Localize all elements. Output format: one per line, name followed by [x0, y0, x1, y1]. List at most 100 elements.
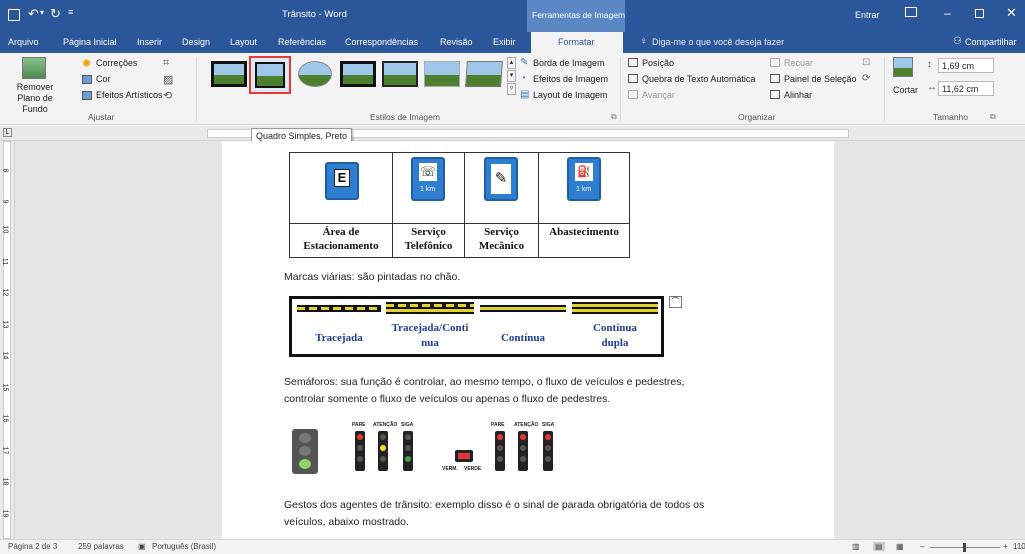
- zoom-in-icon[interactable]: +: [1003, 542, 1008, 551]
- tab-revisao[interactable]: Revisão: [440, 37, 473, 47]
- picture-style-5[interactable]: [382, 61, 418, 87]
- zoom-out-icon[interactable]: –: [920, 542, 924, 551]
- picture-style-simple-frame-black[interactable]: [249, 56, 291, 94]
- remove-background-icon[interactable]: [22, 57, 46, 79]
- remove-background-button[interactable]: Remover Plano de Fundo: [4, 82, 66, 115]
- minimize-icon[interactable]: –: [944, 6, 951, 20]
- sign-in-button[interactable]: Entrar: [855, 10, 880, 20]
- zoom-level[interactable]: 110%: [1013, 542, 1025, 551]
- save-icon[interactable]: [8, 9, 20, 21]
- document-area[interactable]: E ☏ 1 km ✎ ⛽ 1 km Área de Estacionamento…: [15, 141, 1025, 539]
- gallery-scroll-down-icon[interactable]: ▾: [507, 70, 516, 82]
- artistic-effects-button[interactable]: Efeitos Artísticos: [96, 90, 163, 100]
- tab-correspondencias[interactable]: Correspondências: [345, 37, 418, 47]
- width-field[interactable]: 11,62 cm: [938, 81, 994, 96]
- color-button[interactable]: Cor: [96, 74, 111, 84]
- lightbulb-icon: ♀: [640, 36, 648, 47]
- tab-exibir[interactable]: Exibir: [493, 37, 516, 47]
- signs-table: E ☏ 1 km ✎ ⛽ 1 km Área de Estacionamento…: [289, 152, 630, 258]
- picture-layout-icon: ▤: [520, 89, 530, 100]
- ruler-label: 14: [1, 351, 9, 360]
- artistic-effects-icon: [82, 91, 92, 100]
- layout-options-icon[interactable]: ⌒: [669, 296, 682, 308]
- tab-arquivo[interactable]: Arquivo: [8, 37, 39, 47]
- border-icon: ✎: [520, 57, 529, 68]
- undo-dropdown-icon[interactable]: ▾: [40, 8, 44, 17]
- ribbon-display-icon[interactable]: [905, 7, 917, 17]
- share-icon[interactable]: ⚇: [953, 36, 962, 47]
- align-button[interactable]: Alinhar: [784, 90, 812, 100]
- group-objects-icon[interactable]: ⊡: [862, 57, 870, 68]
- picture-border-button[interactable]: Borda de Imagem: [533, 58, 605, 68]
- light-label: ATENÇÃO: [514, 422, 539, 428]
- tell-me-input[interactable]: Diga-me o que você deseja fazer: [652, 37, 784, 47]
- customize-qat-icon[interactable]: ≡: [68, 7, 73, 17]
- size-dialog-launcher-icon[interactable]: ⧉: [990, 112, 996, 122]
- read-mode-icon[interactable]: ▥: [852, 542, 860, 551]
- send-backward-icon: [770, 58, 780, 67]
- light-label: PARE: [352, 422, 366, 428]
- context-tab-title: Ferramentas de Imagem: [532, 10, 626, 20]
- wrap-text-button[interactable]: Quebra de Texto Automática: [642, 74, 755, 84]
- light-label: SIGA: [401, 422, 414, 428]
- position-button[interactable]: Posição: [642, 58, 674, 68]
- tooltip-text: Quadro Simples, Preto: [256, 131, 348, 141]
- ribbon: Remover Plano de Fundo ✺ Correções Cor E…: [0, 53, 1025, 125]
- tab-formatar[interactable]: Formatar: [558, 37, 595, 47]
- restore-icon[interactable]: [975, 9, 984, 18]
- paragraph-semaforos-2: controlar somente o fluxo de veículos ou…: [284, 393, 611, 405]
- color-icon: [82, 75, 92, 84]
- road-markings-image[interactable]: Tracejada Tracejada/Conti nua Contínua C…: [289, 296, 664, 357]
- close-icon[interactable]: ✕: [1006, 5, 1017, 21]
- ruler-label: 10: [1, 225, 9, 234]
- page-count[interactable]: Página 2 de 3: [8, 542, 57, 551]
- proofing-icon[interactable]: ▣: [138, 542, 146, 551]
- corrections-button[interactable]: Correções: [96, 58, 138, 68]
- status-bar: Página 2 de 3 259 palavras ▣ Português (…: [0, 539, 1025, 554]
- reset-picture-icon[interactable]: ⟲: [163, 89, 172, 102]
- picture-style-6[interactable]: [424, 61, 460, 87]
- picture-effects-button[interactable]: Efeitos de Imagem: [533, 74, 608, 84]
- zoom-slider[interactable]: [930, 543, 1000, 552]
- paragraph-gestos-2: veículos, abaixo mostrado.: [284, 516, 409, 528]
- ruler-label: 8: [1, 168, 9, 173]
- picture-style-7[interactable]: [465, 61, 503, 87]
- picture-layout-button[interactable]: Layout de Imagem: [533, 90, 608, 100]
- tab-pagina-inicial[interactable]: Página Inicial: [63, 37, 117, 47]
- tab-selector-icon[interactable]: L: [3, 128, 12, 137]
- print-layout-icon[interactable]: ▤: [873, 542, 885, 551]
- redo-icon[interactable]: ↻: [50, 6, 61, 22]
- web-layout-icon[interactable]: ▦: [896, 542, 904, 551]
- marking-label: Tracejada/Conti: [391, 322, 469, 334]
- undo-icon[interactable]: ↶: [28, 6, 39, 22]
- picture-style-4[interactable]: [340, 61, 376, 87]
- vertical-ruler[interactable]: 8 9 10 11 12 13 14 15 16 17 18 19: [0, 141, 15, 539]
- share-button[interactable]: Compartilhar: [965, 37, 1017, 47]
- rotate-icon[interactable]: ⟳: [862, 73, 870, 84]
- crop-button[interactable]: Cortar: [893, 85, 918, 95]
- picture-style-3[interactable]: [298, 61, 332, 87]
- compress-pictures-icon[interactable]: ⌗: [163, 57, 169, 70]
- document-page[interactable]: E ☏ 1 km ✎ ⛽ 1 km Área de Estacionamento…: [222, 141, 834, 539]
- light-label: ATENÇÃO: [373, 422, 398, 428]
- bring-forward-button[interactable]: Avançar: [642, 90, 675, 100]
- tab-design[interactable]: Design: [182, 37, 210, 47]
- crop-icon[interactable]: [893, 57, 913, 77]
- horizontal-ruler[interactable]: L: [0, 126, 1025, 141]
- picture-style-1[interactable]: [211, 61, 247, 87]
- styles-dialog-launcher-icon[interactable]: ⧉: [611, 112, 617, 122]
- effects-icon: ◔: [520, 73, 527, 84]
- change-picture-icon[interactable]: ▨: [163, 73, 173, 86]
- selection-pane-button[interactable]: Painel de Seleção: [784, 74, 857, 84]
- wrap-text-icon: [628, 74, 638, 83]
- gallery-scroll-up-icon[interactable]: ▴: [507, 57, 516, 69]
- send-backward-button[interactable]: Recuar: [784, 58, 813, 68]
- tab-referencias[interactable]: Referências: [278, 37, 326, 47]
- word-count[interactable]: 259 palavras: [78, 542, 124, 551]
- height-field[interactable]: 1,69 cm: [938, 58, 994, 73]
- tab-layout[interactable]: Layout: [230, 37, 257, 47]
- gallery-more-icon[interactable]: ▿: [507, 83, 516, 95]
- bring-forward-icon: [628, 90, 638, 99]
- tab-inserir[interactable]: Inserir: [137, 37, 162, 47]
- language[interactable]: Português (Brasil): [152, 542, 216, 551]
